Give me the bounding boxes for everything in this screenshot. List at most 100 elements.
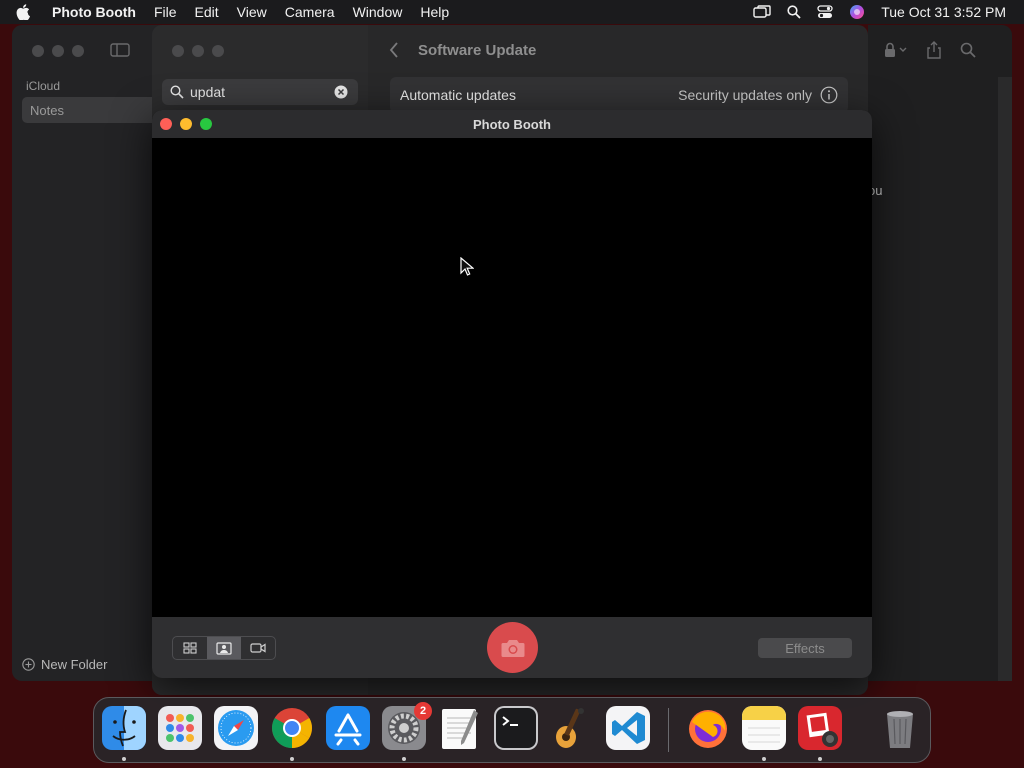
photo-booth-titlebar[interactable]: Photo Booth	[152, 110, 872, 138]
menu-window[interactable]: Window	[353, 4, 403, 20]
trash-icon	[887, 711, 913, 748]
notes-window-controls	[32, 45, 84, 57]
mouse-cursor-icon	[460, 256, 475, 282]
notes-editor-window: ou	[868, 25, 1012, 681]
dock-firefox[interactable]	[686, 706, 730, 750]
camera-preview	[152, 138, 872, 617]
search-icon	[170, 85, 184, 99]
settings-close-button[interactable]	[172, 45, 184, 57]
lock-icon[interactable]	[884, 42, 908, 63]
dock-launchpad[interactable]	[158, 706, 202, 750]
automatic-updates-label: Automatic updates	[400, 87, 516, 103]
grid-icon	[183, 642, 197, 654]
firefox-icon	[689, 710, 727, 748]
video-camera-icon	[250, 643, 266, 653]
chrome-icon	[272, 708, 312, 748]
vscode-icon	[606, 706, 650, 750]
menu-help[interactable]: Help	[420, 4, 449, 20]
finder-icon	[102, 706, 146, 750]
folder-label: Notes	[30, 102, 64, 118]
menu-view[interactable]: View	[237, 4, 267, 20]
four-up-mode-button[interactable]	[173, 637, 207, 659]
safari-icon	[214, 706, 258, 750]
minimize-button[interactable]	[180, 118, 192, 130]
dock-garageband[interactable]	[550, 706, 594, 750]
sidebar-item-notes[interactable]: Notes	[22, 97, 160, 123]
photo-booth-window-controls	[160, 118, 212, 130]
menu-edit[interactable]: Edit	[195, 4, 219, 20]
photo-booth-icon	[798, 706, 842, 750]
close-button[interactable]	[160, 118, 172, 130]
menu-app-name[interactable]: Photo Booth	[52, 4, 136, 20]
editor-scrollbar[interactable]	[998, 77, 1012, 681]
finder-running-indicator	[122, 757, 126, 761]
back-chevron-icon[interactable]	[388, 41, 400, 64]
clear-search-icon[interactable]	[334, 85, 348, 102]
guitar-icon	[556, 708, 584, 748]
terminal-icon	[494, 706, 538, 750]
app-store-icon	[326, 706, 370, 750]
search-icon[interactable]	[960, 42, 976, 63]
notes-sidebar-window: iCloud Notes New Folder	[12, 25, 162, 681]
dock-chrome[interactable]	[270, 706, 314, 750]
single-photo-mode-button[interactable]	[207, 637, 241, 659]
chrome-running-indicator	[290, 757, 294, 761]
notification-badge: 2	[414, 702, 432, 720]
icloud-section-label: iCloud	[26, 79, 61, 93]
dock-textedit[interactable]	[438, 706, 482, 750]
capture-mode-selector	[172, 636, 276, 660]
take-photo-button[interactable]	[487, 622, 538, 673]
editor-toolbar	[884, 41, 976, 64]
automatic-updates-row[interactable]: Automatic updates Security updates only	[390, 77, 848, 113]
new-folder-label: New Folder	[41, 657, 108, 672]
settings-minimize-button[interactable]	[192, 45, 204, 57]
video-mode-button[interactable]	[241, 637, 275, 659]
share-icon[interactable]	[926, 41, 942, 64]
zoom-button[interactable]	[200, 118, 212, 130]
notes-zoom-button[interactable]	[72, 45, 84, 57]
menu-file[interactable]: File	[154, 4, 177, 20]
screen-mirroring-icon[interactable]	[753, 5, 771, 19]
dock-photo-booth[interactable]	[798, 706, 842, 750]
settings-window-controls	[172, 45, 224, 57]
window-title: Photo Booth	[473, 116, 551, 132]
textedit-icon	[442, 709, 478, 749]
dock-trash[interactable]	[878, 706, 922, 750]
plus-circle-icon	[22, 658, 35, 671]
launchpad-icon	[158, 706, 202, 750]
dock-app-store[interactable]	[326, 706, 370, 750]
control-center-icon[interactable]	[817, 5, 833, 19]
automatic-updates-value: Security updates only	[678, 87, 812, 103]
apple-menu-icon[interactable]	[16, 4, 38, 20]
settings-search-input[interactable]: updat	[162, 79, 358, 105]
dock-finder[interactable]	[102, 706, 146, 750]
dock-notes[interactable]	[742, 706, 786, 750]
notes-running-indicator	[762, 757, 766, 761]
dock-terminal[interactable]	[494, 706, 538, 750]
page-title: Software Update	[418, 42, 537, 59]
settings-running-indicator	[402, 757, 406, 761]
dock-separator	[668, 708, 669, 752]
notes-minimize-button[interactable]	[52, 45, 64, 57]
menu-bar: Photo Booth File Edit View Camera Window…	[0, 0, 1024, 24]
effects-button[interactable]: Effects	[758, 638, 852, 658]
dock-safari[interactable]	[214, 706, 258, 750]
notes-icon	[742, 706, 786, 750]
portrait-icon	[216, 641, 232, 655]
notes-close-button[interactable]	[32, 45, 44, 57]
dock: 2	[93, 697, 931, 763]
settings-zoom-button[interactable]	[212, 45, 224, 57]
photo-booth-toolbar: Effects	[152, 617, 872, 678]
photo-booth-running-indicator	[818, 757, 822, 761]
photo-booth-window: Photo Booth Effects	[152, 110, 872, 678]
camera-icon	[501, 639, 524, 657]
spotlight-search-icon[interactable]	[787, 5, 801, 19]
clock-datetime[interactable]: Tue Oct 31 3:52 PM	[881, 4, 1006, 20]
search-value: updat	[190, 84, 226, 100]
info-icon[interactable]	[820, 86, 838, 104]
sidebar-toggle-icon[interactable]	[110, 43, 130, 62]
new-folder-button[interactable]: New Folder	[22, 657, 107, 672]
siri-icon[interactable]	[849, 4, 865, 20]
menu-camera[interactable]: Camera	[285, 4, 335, 20]
dock-vscode[interactable]	[606, 706, 650, 750]
